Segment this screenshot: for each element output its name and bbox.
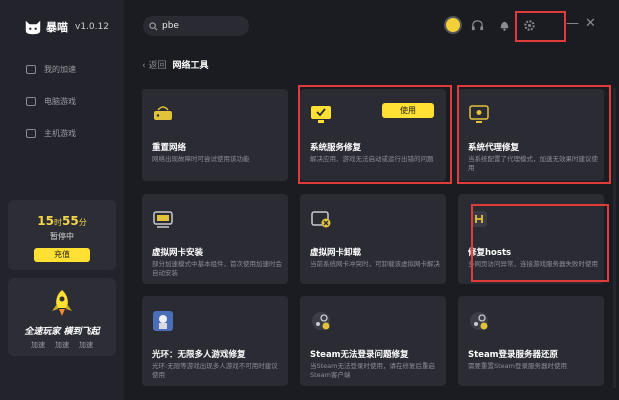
gear-icon[interactable] (523, 19, 536, 32)
bell-icon[interactable] (498, 19, 511, 32)
rocket-icon (52, 290, 72, 316)
tool-card-system-proxy-fix[interactable]: 系统代理修复 当系统配置了代理模式，加速无效果时建议使用 (458, 89, 604, 181)
tool-card-virtual-nic-uninstall[interactable]: 虚拟网卡卸载 当前系统网卡冲突时，可卸载该虚拟网卡解决 (300, 194, 446, 284)
card-title: 虚拟网卡安装 (152, 248, 204, 258)
card-desc: 光环:无限等游戏出现多人游戏不可用时建议使用 (152, 362, 278, 379)
use-button[interactable]: 使用 (382, 103, 434, 118)
close-button[interactable]: ✕ (585, 16, 596, 31)
tool-card-virtual-nic-install[interactable]: 虚拟网卡安装 部分加速模式中基本组件，首次使用加速时会自动安装 (142, 194, 288, 284)
card-desc: 网络出现故障时可尝试使用该功能 (152, 155, 250, 163)
search-input[interactable] (162, 21, 242, 31)
recharge-button[interactable]: 充值 (34, 248, 90, 262)
pause-status: 暂停中 (50, 232, 74, 241)
promo-card[interactable]: 全速玩家 横到飞起 加速 加速 加速 (8, 278, 116, 356)
sidebar-item-pc-games[interactable]: 电脑游戏 (26, 96, 76, 107)
search-box[interactable] (143, 16, 249, 36)
tool-card-reset-network[interactable]: 重置网络 网络出现故障时可尝试使用该功能 (142, 89, 288, 181)
sidebar-item-console-games[interactable]: 主机游戏 (26, 128, 76, 139)
hours-unit: 时 (54, 218, 62, 227)
tool-card-steam-server-restore[interactable]: Steam登录服务器还原 需要重置Steam登录服务器时使用 (458, 296, 604, 386)
promo-tag: 加速 (55, 341, 69, 349)
card-desc: 当系统配置了代理模式，加速无效果时建议使用 (468, 155, 598, 172)
proxy-icon (469, 105, 489, 123)
remaining-time: 15时55分 (8, 214, 116, 228)
hosts-icon (471, 211, 487, 227)
breadcrumb: ‹ 返回 网络工具 (142, 58, 209, 71)
halo-icon (153, 311, 173, 331)
promo-tag: 加速 (31, 341, 45, 349)
promo-tags: 加速 加速 加速 (8, 340, 116, 350)
sidebar-item-my-acceleration[interactable]: 我的加速 (26, 64, 76, 75)
promo-title: 全速玩家 横到飞起 (24, 327, 100, 337)
tool-card-fix-hosts[interactable]: 修复hosts 多网页访问异常，连接游戏服务器失败时使用 (458, 194, 604, 284)
minutes-value: 55 (62, 214, 79, 228)
app-name: 暴喵 (46, 21, 68, 34)
tool-card-steam-login-fix[interactable]: Steam无法登录问题修复 当Steam无法登录时使用，请在修复后重启Steam… (300, 296, 446, 386)
hours-value: 15 (37, 214, 54, 228)
card-desc: 多网页访问异常，连接游戏服务器失败时使用 (468, 260, 598, 268)
headset-icon[interactable] (471, 19, 484, 32)
card-title: 修复hosts (468, 248, 512, 258)
cat-logo-icon (25, 20, 41, 35)
card-desc: 解决应用、游戏无法启动或运行出错的问题 (310, 155, 434, 163)
avatar[interactable] (444, 16, 462, 34)
time-card: 15时55分 暂停中 充值 (8, 200, 116, 270)
card-title: Steam登录服务器还原 (468, 350, 559, 360)
nic-install-icon (153, 211, 173, 228)
card-desc: 当Steam无法登录时使用，请在修复后重启Steam客户端 (310, 362, 435, 379)
sidebar-item-label: 主机游戏 (44, 129, 76, 138)
card-desc: 需要重置Steam登录服务器时使用 (468, 362, 567, 370)
card-title: 光环：无限多人游戏修复 (152, 350, 246, 360)
app-version: v1.0.12 (75, 22, 109, 32)
minutes-unit: 分 (78, 218, 87, 227)
steam-icon (312, 312, 330, 330)
minimize-button[interactable]: — (566, 16, 579, 31)
card-title: 虚拟网卡卸载 (310, 248, 362, 258)
page-title: 网络工具 (172, 61, 209, 71)
sidebar-item-label: 我的加速 (44, 65, 76, 74)
scrollbar[interactable] (613, 88, 616, 388)
steam-restore-icon (470, 312, 488, 330)
tool-card-halo-fix[interactable]: 光环：无限多人游戏修复 光环:无限等游戏出现多人游戏不可用时建议使用 (142, 296, 288, 386)
promo-tag: 加速 (79, 341, 93, 349)
app-logo: 暴喵 v1.0.12 (24, 18, 109, 36)
monitor-fix-icon (311, 106, 331, 123)
card-title: 系统代理修复 (468, 143, 520, 153)
router-icon (154, 106, 172, 120)
gamepad-icon (26, 129, 36, 138)
card-desc: 部分加速模式中基本组件，首次使用加速时会自动安装 (152, 260, 282, 277)
nic-uninstall-icon (311, 211, 331, 228)
card-title: Steam无法登录问题修复 (310, 350, 409, 360)
monitor-icon (26, 97, 36, 106)
search-icon (149, 21, 158, 30)
card-title: 重置网络 (152, 143, 187, 153)
sidebar-item-label: 电脑游戏 (44, 97, 76, 106)
back-link[interactable]: ‹ 返回 (142, 58, 166, 71)
back-label: 返回 (148, 61, 167, 71)
card-title: 系统服务修复 (310, 143, 362, 153)
tool-card-system-service-fix[interactable]: 使用 系统服务修复 解决应用、游戏无法启动或运行出错的问题 (300, 89, 446, 181)
sidebar: 暴喵 v1.0.12 我的加速 电脑游戏 主机游戏 15时55分 暂停中 充值 … (0, 0, 124, 400)
accelerate-icon (26, 65, 36, 74)
card-desc: 当前系统网卡冲突时，可卸载该虚拟网卡解决 (310, 260, 440, 268)
